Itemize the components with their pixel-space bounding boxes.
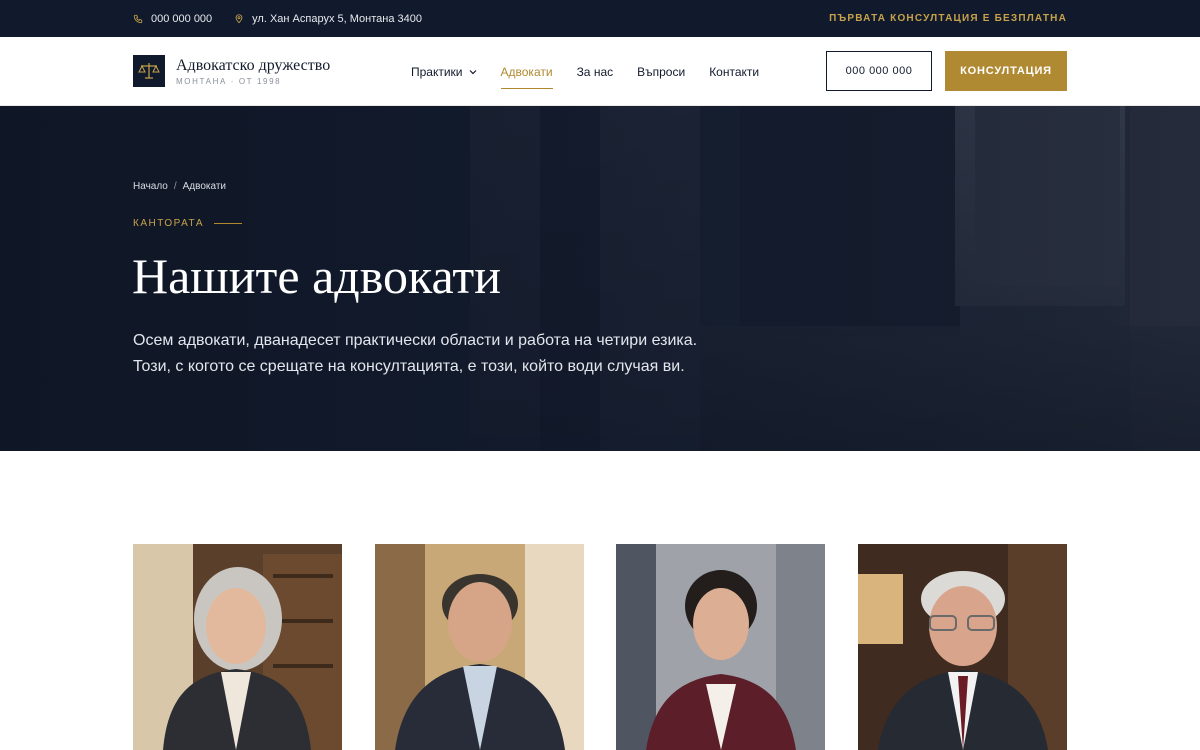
eyebrow-divider [214,223,242,224]
topbar-phone-text: 000 000 000 [151,12,213,25]
nav-practices-label: Практики [411,64,463,79]
map-pin-icon [235,14,243,24]
scales-icon [133,55,165,87]
breadcrumb-current: Адвокати [182,181,226,192]
lawyer-portrait-4 [857,544,1067,750]
nav-contacts-label: Контакти [709,64,760,79]
lawyer-card[interactable] [374,544,584,750]
hero-eyebrow: КАНТОРАТА [133,218,242,229]
hero-eyebrow-text: КАНТОРАТА [133,218,204,229]
topbar-promo: ПЪРВАТА КОНСУЛТАЦИЯ Е БЕЗПЛАТНА [829,13,1067,24]
consultation-button[interactable]: КОНСУЛТАЦИЯ [945,51,1067,91]
topbar-address: ул. Хан Аспарух 5, Монтана 3400 [234,13,422,25]
nav-faq-label: Въпроси [637,64,686,79]
breadcrumb-home[interactable]: Начало [133,181,168,192]
topbar-phone[interactable]: 000 000 000 [133,13,212,25]
lawyer-portrait-1 [133,544,342,750]
nav-lawyers-label: Адвокати [500,64,553,79]
nav-faq[interactable]: Въпроси [637,37,685,106]
hero-lead: Осем адвокати, дванадесет практически об… [133,328,773,380]
top-bar: 000 000 000 ул. Хан Аспарух 5, Монтана 3… [0,0,1200,37]
lawyer-portrait-2 [374,544,584,750]
phone-button[interactable]: 000 000 000 [826,51,932,91]
main-nav: Практики Адвокати За нас Въпроси Контакт… [411,37,759,106]
team-grid [133,544,1067,750]
logo-subtitle: МОНТАНА · ОТ 1998 [176,76,282,86]
hero-lead-line-1: Осем адвокати, дванадесет практически об… [133,332,698,349]
nav-contacts[interactable]: Контакти [709,37,759,106]
nav-practices[interactable]: Практики [411,37,477,106]
nav-about[interactable]: За нас [577,37,614,106]
site-header: Адвокатско дружество МОНТАНА · ОТ 1998 П… [0,37,1200,106]
hero-section: Начало / Адвокати КАНТОРАТА Нашите адвок… [0,106,1200,451]
breadcrumb-separator: / [173,181,177,192]
lawyer-card[interactable] [857,544,1067,750]
breadcrumb: Начало / Адвокати [133,181,226,192]
lawyer-portrait-3 [616,544,826,750]
hero-lead-line-2: Този, с когото се срещате на консултация… [133,358,685,375]
lawyer-card[interactable] [616,544,826,750]
nav-about-label: За нас [576,64,614,79]
site-logo[interactable]: Адвокатско дружество МОНТАНА · ОТ 1998 [133,55,330,87]
topbar-address-text: ул. Хан Аспарух 5, Монтана 3400 [252,12,422,25]
chevron-down-icon [469,69,476,74]
logo-name: Адвокатско дружество [176,56,331,74]
nav-lawyers[interactable]: Адвокати [500,37,553,106]
lawyer-card[interactable] [133,544,342,750]
page-title: Нашите адвокати [132,248,502,304]
phone-icon [133,14,143,23]
